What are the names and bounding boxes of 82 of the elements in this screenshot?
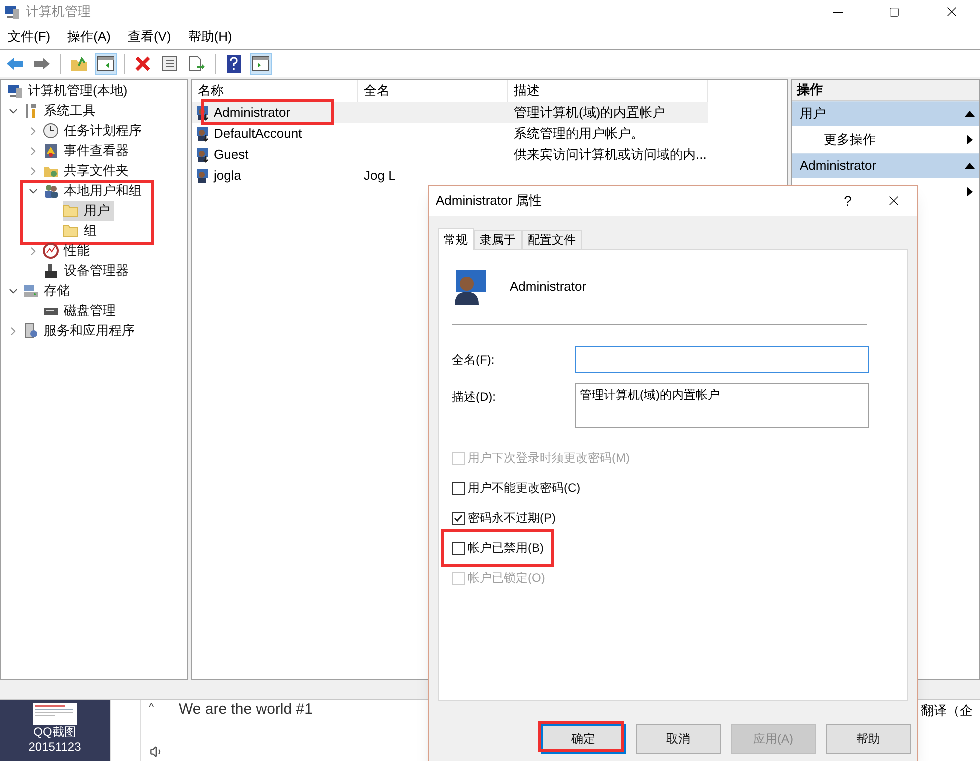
checkbox-label: 密码永不过期(P) — [468, 510, 556, 527]
tree-item[interactable]: 服务和应用程序 — [44, 321, 135, 341]
field-label: 描述(D): — [452, 389, 497, 406]
full-name-field[interactable] — [575, 346, 869, 373]
menu-item[interactable]: 查看(V) — [128, 26, 172, 46]
maximize-icon — [889, 6, 900, 18]
action-section-header[interactable]: 用户 — [792, 101, 979, 126]
checkbox-label: 帐户已禁用(B) — [468, 540, 544, 557]
help-icon — [227, 54, 241, 72]
description-field[interactable]: 管理计算机(域)的内置帐户 — [575, 383, 869, 428]
tree-item[interactable]: 共享文件夹 — [64, 161, 129, 181]
table-cell: 供来宾访问计算机或访问域的内... — [514, 146, 707, 162]
computer-icon — [4, 4, 20, 20]
table-cell[interactable]: DefaultAccount — [214, 124, 302, 144]
storage-icon — [23, 283, 39, 299]
table-cell[interactable]: Guest — [214, 144, 249, 164]
checkmark-icon — [454, 514, 463, 522]
checkbox-label: 帐户已锁定(O) — [468, 570, 546, 587]
back-arrow-icon — [6, 56, 24, 70]
table-cell: 管理计算机(域)的内置帐户 — [514, 104, 666, 120]
side-text: 翻译（企 — [921, 702, 973, 720]
computer-icon — [7, 83, 23, 99]
forward-arrow-icon — [33, 56, 51, 70]
field-label: 全名(F): — [452, 352, 496, 369]
tools-icon — [23, 103, 39, 119]
performance-icon — [43, 243, 59, 259]
services-icon — [23, 323, 39, 339]
window-title: 计算机管理 — [26, 3, 91, 22]
event-log-icon — [43, 143, 59, 159]
table-cell: Jog L — [364, 168, 396, 183]
screenshot-file-icon — [33, 703, 77, 725]
table-cell: 系统管理的用户帐户。 — [514, 126, 644, 141]
checkbox[interactable] — [452, 512, 465, 524]
tree-item[interactable]: 系统工具 — [44, 101, 96, 121]
tree-item[interactable]: 磁盘管理 — [64, 301, 116, 321]
tree-item[interactable]: 组 — [84, 221, 97, 241]
tree-item[interactable]: 性能 — [64, 241, 90, 261]
submenu-triangle-icon — [967, 134, 973, 144]
dialog-button[interactable]: 取消 — [636, 724, 721, 754]
table-cell[interactable]: jogla — [214, 166, 242, 186]
tree-item[interactable]: 本地用户和组 — [64, 181, 142, 201]
collapse-triangle-icon — [965, 111, 975, 117]
tree-pane-icon — [97, 56, 115, 72]
submenu-triangle-icon — [967, 186, 973, 196]
collapse-triangle-icon — [965, 163, 975, 169]
folder-up-icon — [70, 56, 88, 72]
action-item[interactable]: 更多操作 — [824, 130, 967, 150]
clock-icon — [43, 123, 59, 139]
users-icon — [43, 183, 59, 199]
tab[interactable]: 隶属于 — [474, 230, 522, 249]
menu-item[interactable]: 文件(F) — [8, 26, 51, 46]
export-list-icon — [188, 56, 206, 72]
menu-item[interactable]: 操作(A) — [68, 26, 111, 46]
menu-item[interactable]: 帮助(H) — [188, 26, 232, 46]
folder-icon — [63, 203, 79, 219]
tab[interactable]: 配置文件 — [522, 230, 582, 249]
dialog-title: Administrator 属性 — [436, 192, 542, 210]
help-button[interactable]: ? — [825, 186, 871, 216]
tree-item[interactable]: 设备管理器 — [64, 261, 129, 281]
tree-item[interactable]: 事件查看器 — [64, 141, 129, 161]
checkbox[interactable] — [452, 482, 465, 494]
checkbox-label: 用户不能更改密码(C) — [468, 480, 581, 497]
user-name: Administrator — [510, 278, 587, 296]
dialog-button[interactable]: 帮助 — [826, 724, 911, 754]
checkbox-label: 用户下次登录时须更改密码(M) — [468, 450, 630, 467]
checkbox[interactable] — [452, 542, 465, 554]
tree-item[interactable]: 任务计划程序 — [64, 121, 142, 141]
toolbar-button[interactable] — [250, 52, 272, 74]
tab[interactable]: 常规 — [438, 228, 474, 250]
action-pane-icon — [252, 56, 270, 72]
caret-glyph: ^ — [149, 701, 154, 716]
tree-item[interactable]: 存储 — [44, 281, 70, 301]
tree-item[interactable]: 计算机管理(本地) — [28, 81, 128, 101]
action-section-header[interactable]: Administrator — [792, 153, 979, 178]
device-icon — [43, 263, 59, 279]
folder-icon — [63, 223, 79, 239]
actions-header: 操作 — [792, 80, 979, 101]
table-cell[interactable]: Administrator — [214, 102, 291, 122]
properties-icon — [162, 56, 178, 72]
delete-icon — [135, 56, 151, 72]
toolbar-button[interactable] — [95, 52, 117, 74]
song-title: We are the world #1 — [179, 700, 313, 720]
